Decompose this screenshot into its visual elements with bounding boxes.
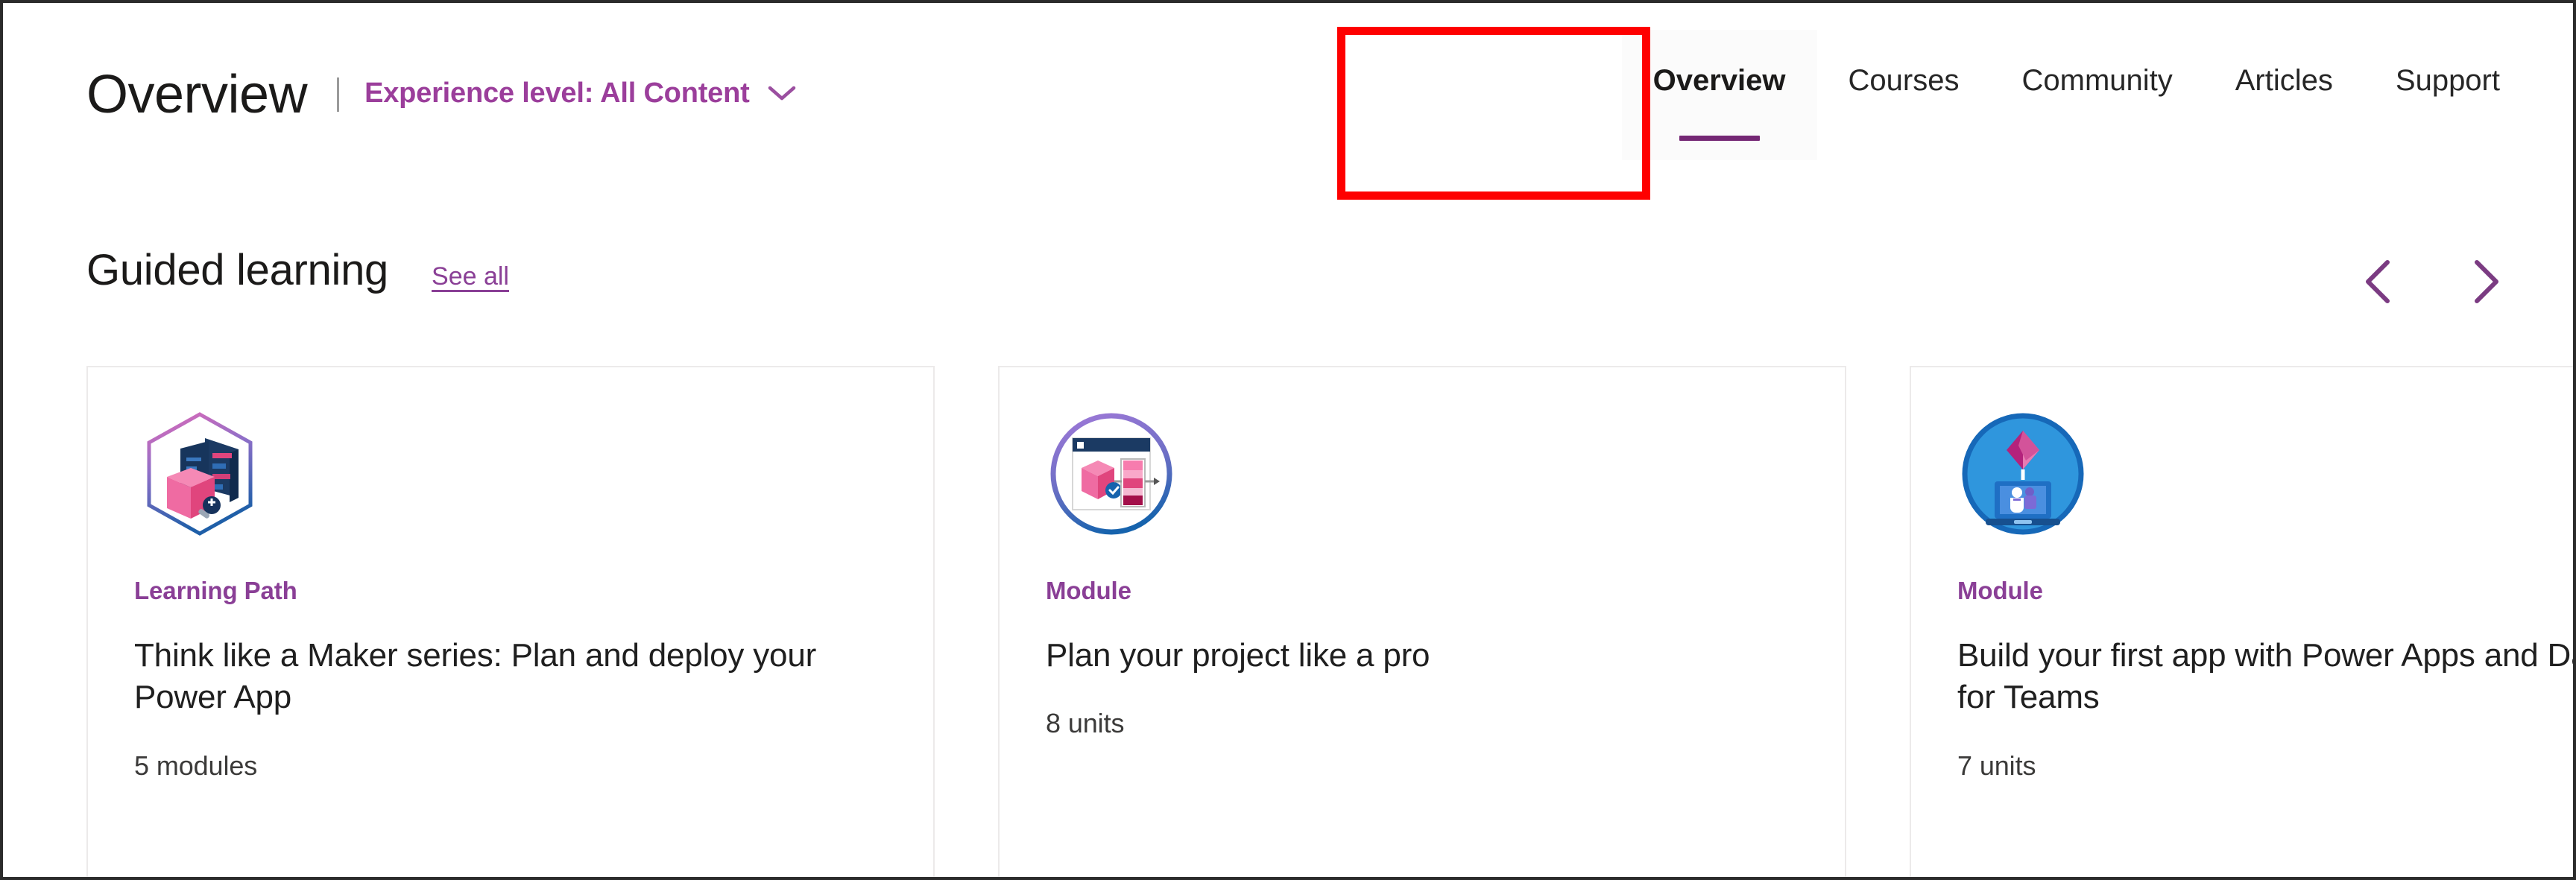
tab-articles-label: Articles	[2235, 64, 2333, 97]
section-title: Guided learning	[86, 246, 389, 294]
card-module-plan-project[interactable]: Module Plan your project like a pro 8 un…	[998, 366, 1846, 877]
learning-hub-page: Overview Experience level: All Content O…	[3, 3, 2573, 877]
card-kicker: Module	[1046, 577, 1131, 604]
chevron-down-icon	[768, 85, 796, 101]
chevron-left-icon	[2361, 259, 2396, 307]
guided-learning-heading-group: Guided learning See all	[86, 249, 509, 292]
card-learning-path[interactable]: Learning Path Think like a Maker series:…	[86, 366, 935, 877]
card-module-build-first-app[interactable]: Module Build your first app with Power A…	[1910, 366, 2573, 877]
tab-community[interactable]: Community	[1990, 30, 2203, 160]
chevron-right-icon	[2468, 259, 2504, 307]
tab-courses[interactable]: Courses	[1817, 30, 1991, 160]
card-meta: 5 modules	[134, 750, 258, 781]
see-all-link[interactable]: See all	[432, 262, 509, 291]
guided-learning-carousel: Learning Path Think like a Maker series:…	[86, 366, 2573, 877]
page-title-group: Overview Experience level: All Content	[86, 61, 796, 128]
experience-level-filter-label: Experience level: All Content	[364, 77, 750, 109]
title-divider	[337, 77, 340, 112]
primary-navigation: Overview Courses Community Articles Supp…	[1621, 30, 2531, 194]
tab-articles[interactable]: Articles	[2204, 30, 2364, 160]
tab-support-label: Support	[2395, 64, 2500, 97]
card-title: Think like a Maker series: Plan and depl…	[134, 637, 817, 716]
tab-courses-label: Courses	[1848, 64, 1960, 97]
carousel-next-button[interactable]	[2460, 256, 2512, 308]
page-title: Overview	[86, 65, 308, 124]
card-meta: 8 units	[1046, 708, 1125, 739]
page-header: Overview Experience level: All Content O…	[3, 3, 2573, 203]
active-tab-underline	[1679, 136, 1760, 141]
learning-path-hexagon-icon	[134, 408, 265, 539]
card-meta: 7 units	[1957, 750, 2036, 781]
carousel-navigation	[2352, 256, 2512, 308]
tab-support[interactable]: Support	[2364, 30, 2531, 160]
experience-level-filter[interactable]: Experience level: All Content	[364, 77, 796, 113]
module-circle-window-icon	[1046, 408, 1177, 539]
tab-community-label: Community	[2021, 64, 2173, 97]
tab-overview[interactable]: Overview	[1621, 30, 1817, 160]
tab-overview-label: Overview	[1652, 64, 1786, 97]
card-title: Plan your project like a pro	[1046, 637, 1430, 674]
card-kicker: Module	[1957, 577, 2043, 604]
card-kicker: Learning Path	[134, 577, 297, 604]
module-circle-powerapps-teams-icon	[1957, 408, 2089, 539]
screenshot-frame: Overview Experience level: All Content O…	[0, 0, 2576, 880]
carousel-prev-button[interactable]	[2352, 256, 2405, 308]
card-title: Build your first app with Power Apps and…	[1957, 637, 2573, 716]
